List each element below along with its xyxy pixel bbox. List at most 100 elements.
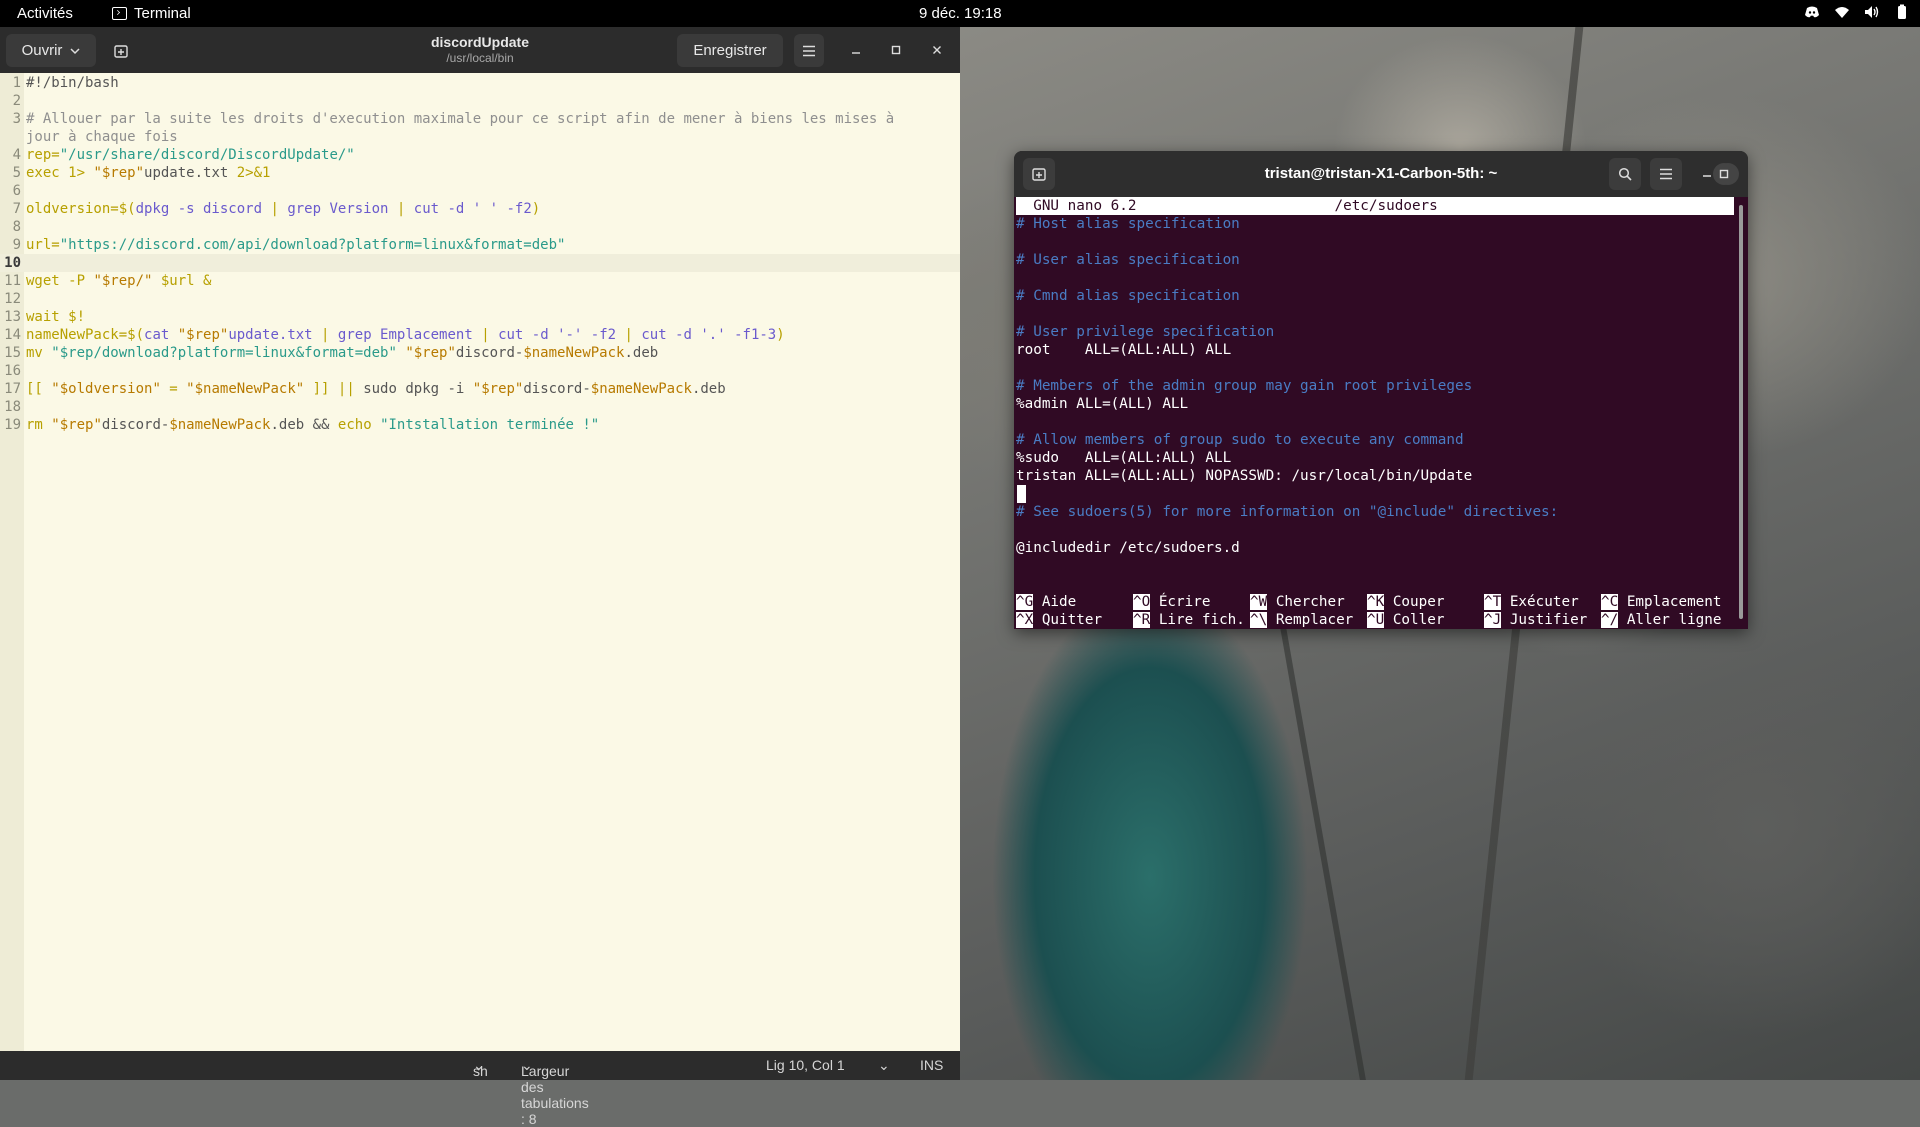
code-token: "https://discord.com/api/download?platfo… <box>59 237 566 253</box>
code-token: update.txt <box>144 165 237 181</box>
cursor-position[interactable]: Lig 10, Col 1 <box>766 1057 845 1073</box>
code-line[interactable]: 9 url="https://discord.com/api/download?p… <box>0 236 960 254</box>
code-line[interactable]: 17 [[ "$oldversion" = "$nameNewPack" ]] |… <box>0 380 960 398</box>
battery-icon[interactable] <box>1894 4 1910 20</box>
maximize-icon <box>891 45 901 55</box>
nano-shortcut: ^J Justifier <box>1484 611 1587 629</box>
minimize-button[interactable] <box>846 40 866 60</box>
code-token: 2>&1 <box>236 165 271 181</box>
code-line[interactable]: 7 oldversion=$(dpkg -s discord | grep Ver… <box>0 200 960 218</box>
code-line[interactable]: 12 <box>0 290 960 308</box>
code-token: nameNewPack=$( <box>26 327 145 343</box>
nano-buffer-line: # Allow members of group sudo to execute… <box>1016 432 1464 448</box>
line-number: 12 <box>4 291 21 307</box>
terminal-content[interactable]: GNU nano 6.2 /etc/sudoers # Host alias s… <box>1014 197 1748 629</box>
code-text: rm "$rep"discord-$nameNewPack.deb && ech… <box>26 416 599 434</box>
hamburger-icon <box>1660 168 1672 180</box>
nano-shortcut: ^T Exécuter <box>1484 593 1579 611</box>
code-token: cut -d '.' -f1-3 <box>641 327 777 343</box>
close-button[interactable] <box>927 40 947 60</box>
code-line[interactable]: 14 nameNewPack=$(cat "$rep"update.txt | g… <box>0 326 960 344</box>
shortcut-label: Emplacement <box>1618 594 1722 610</box>
new-tab-button[interactable] <box>106 34 136 67</box>
code-line[interactable]: 16 <box>0 362 960 380</box>
shortcut-key: ^U <box>1367 612 1385 628</box>
code-token: "$nameNewPack" <box>186 381 305 397</box>
terminal-scrollbar[interactable] <box>1739 205 1743 619</box>
hamburger-menu-button[interactable] <box>794 34 824 67</box>
line-number: 11 <box>4 273 21 289</box>
text-editor-window: Ouvrir discordUpdate /usr/local/bin Enre… <box>0 27 960 1127</box>
save-button[interactable]: Enregistrer <box>677 34 783 67</box>
nano-buffer-line: # See sudoers(5) for more information on… <box>1016 504 1559 520</box>
maximize-button[interactable] <box>886 40 906 60</box>
code-line[interactable]: 18 <box>0 398 960 416</box>
code-text: #!/bin/bash <box>26 74 119 92</box>
shortcut-key: ^G <box>1016 594 1034 610</box>
top-bar: Activités Terminal 9 déc. 19:18 <box>0 0 1920 27</box>
nano-header: GNU nano 6.2 /etc/sudoers <box>1016 197 1734 215</box>
code-token: rep= <box>26 147 60 163</box>
code-token: "/usr/share/discord/DiscordUpdate/" <box>59 147 355 163</box>
shortcut-key: ^\ <box>1250 612 1268 628</box>
code-line[interactable]: 10 <box>0 254 960 272</box>
nano-buffer-line: tristan ALL=(ALL:ALL) NOPASSWD: /usr/loc… <box>1016 468 1473 484</box>
code-line[interactable]: 1 #!/bin/bash <box>0 74 960 92</box>
code-line[interactable]: 13 wait $! <box>0 308 960 326</box>
nano-shortcut: ^U Coller <box>1367 611 1444 629</box>
volume-icon[interactable] <box>1864 4 1880 20</box>
code-line[interactable]: 6 <box>0 182 960 200</box>
shortcut-label: Justifier <box>1501 612 1588 628</box>
line-number: 7 <box>12 201 21 217</box>
terminal-window: tristan@tristan-X1-Carbon-5th: ~ GNU nan… <box>1014 151 1748 629</box>
code-line[interactable]: 15 mv "$rep/download?platform=linux&forma… <box>0 344 960 362</box>
open-button[interactable]: Ouvrir <box>6 34 96 67</box>
line-number: 2 <box>12 93 21 109</box>
code-line[interactable]: 3 # Allouer par la suite les droits d'exe… <box>0 110 960 128</box>
insert-mode: INS <box>920 1057 944 1073</box>
position-chevron-icon[interactable]: ⌄ <box>878 1057 890 1074</box>
code-line[interactable]: 2 <box>0 92 960 110</box>
code-line[interactable]: 5 exec 1> "$rep"update.txt 2>&1 <box>0 164 960 182</box>
new-terminal-tab-button[interactable] <box>1023 158 1055 190</box>
code-line[interactable]: 8 <box>0 218 960 236</box>
tab-width-label: Largeur des tabulations : 8 <box>521 1063 589 1127</box>
shortcut-key: ^/ <box>1601 612 1619 628</box>
code-token: $nameNewPack <box>169 417 271 433</box>
app-menu[interactable]: Terminal <box>112 5 191 22</box>
code-line[interactable]: 11 wget -P "$rep/" $url & <box>0 272 960 290</box>
terminal-search-button[interactable] <box>1609 158 1641 190</box>
code-editor[interactable]: 1 #!/bin/bash 2 3 # Allouer par la suite les… <box>0 73 960 1051</box>
tab-width-selector[interactable]: Largeur des tabulations : 8 ⌄ <box>521 1057 589 1127</box>
nano-buffer-line: %sudo ALL=(ALL:ALL) ALL <box>1016 450 1232 466</box>
nano-buffer-line: # Members of the admin group may gain ro… <box>1016 378 1473 394</box>
code-token: rm <box>26 417 52 433</box>
terminal-title: tristan@tristan-X1-Carbon-5th: ~ <box>1264 165 1498 182</box>
code-token: update.txt <box>228 327 313 343</box>
nano-shortcut: ^X Quitter <box>1016 611 1102 629</box>
shortcut-label: Aide <box>1033 594 1077 610</box>
code-line[interactable]: 4 rep="/usr/share/discord/DiscordUpdate/" <box>0 146 960 164</box>
code-token: .deb && <box>270 417 338 433</box>
line-number: 3 <box>12 111 21 127</box>
wifi-icon[interactable] <box>1834 4 1850 20</box>
nano-shortcut: ^/ Aller ligne <box>1601 611 1722 629</box>
nano-shortcut: ^C Emplacement <box>1601 593 1722 611</box>
shortcut-key: ^C <box>1601 594 1619 610</box>
code-token: | <box>388 201 414 217</box>
code-token: | <box>312 327 338 343</box>
language-selector[interactable]: sh ⌄ <box>473 1057 488 1079</box>
code-line[interactable]: jour à chaque fois <box>0 128 960 146</box>
terminal-icon <box>112 7 127 20</box>
discord-icon[interactable] <box>1804 4 1820 20</box>
shortcut-label: Écrire <box>1150 594 1211 610</box>
activities-button[interactable]: Activités <box>17 5 73 22</box>
system-tray[interactable] <box>1804 4 1910 20</box>
terminal-menu-button[interactable] <box>1650 158 1682 190</box>
code-line[interactable]: 19 rm "$rep"discord-$nameNewPack.deb && e… <box>0 416 960 434</box>
code-token: discord- <box>455 345 524 361</box>
clock[interactable]: 9 déc. 19:18 <box>919 5 1002 22</box>
code-token: wget -P <box>26 273 94 289</box>
nano-shortcut: ^R Lire fich. <box>1133 611 1245 629</box>
line-number: 5 <box>12 165 21 181</box>
